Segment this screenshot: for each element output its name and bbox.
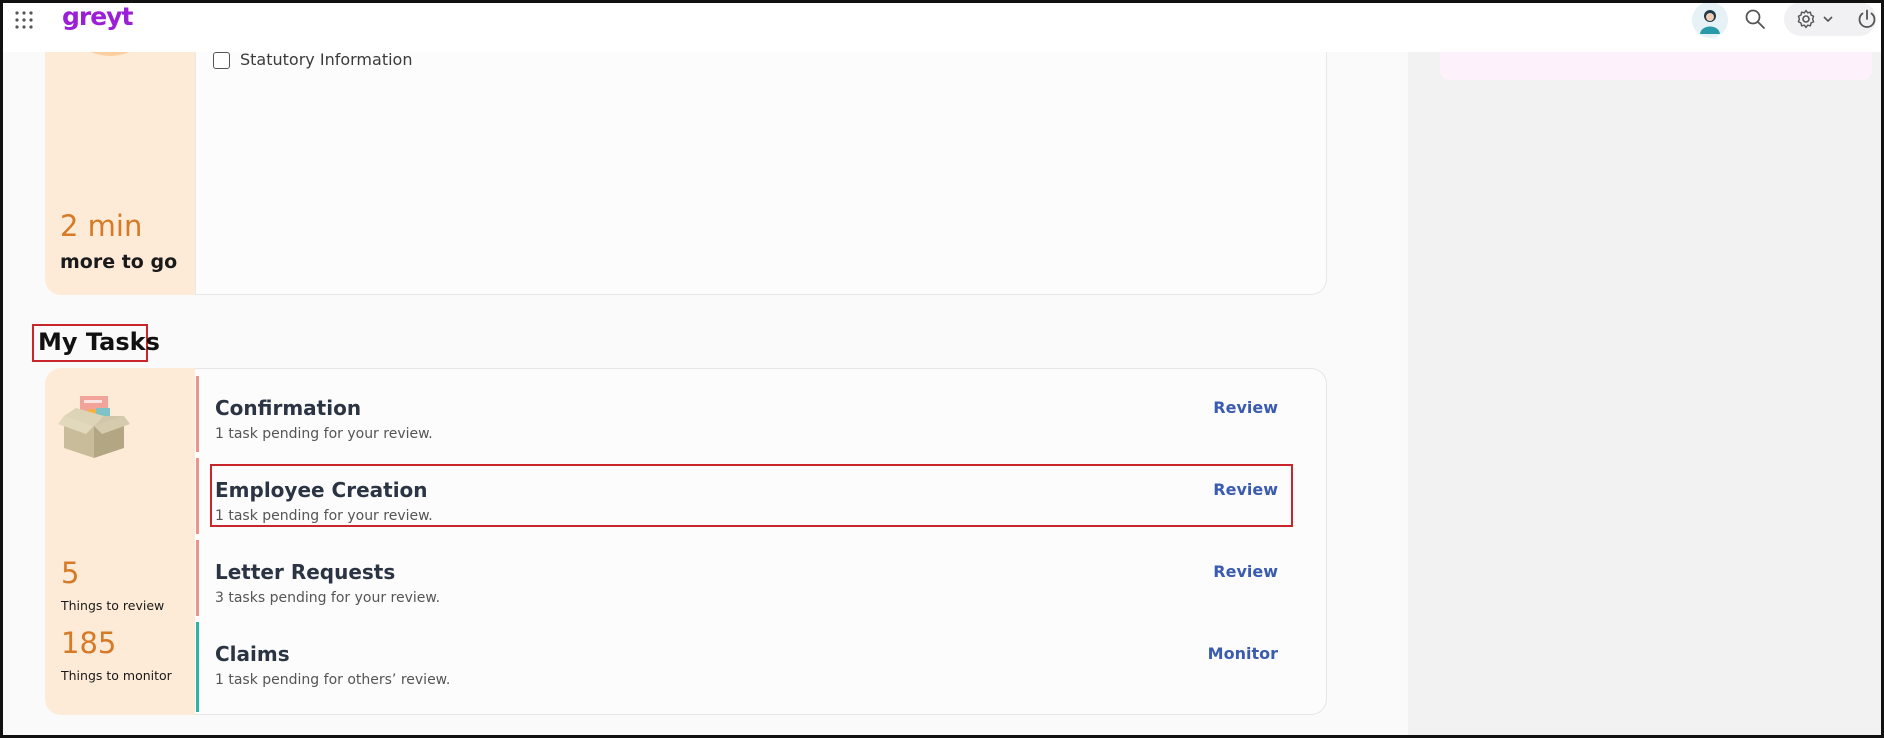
right-panel — [1408, 52, 1881, 735]
apps-grid-icon[interactable] — [14, 10, 34, 30]
time-remaining-label: more to go — [60, 251, 178, 273]
review-count: 5 — [61, 556, 80, 590]
search-icon[interactable] — [1744, 8, 1766, 30]
task-title: Letter Requests — [215, 560, 396, 584]
gear-icon — [1797, 9, 1815, 29]
review-link[interactable]: Review — [1213, 562, 1278, 581]
task-subtitle: 1 task pending for others’ review. — [215, 672, 451, 688]
setup-checklist-panel — [195, 52, 1327, 295]
my-tasks-heading: My Tasks — [38, 328, 160, 356]
logo-text: greyt — [62, 2, 133, 31]
time-remaining-value: 2 min — [60, 209, 143, 243]
monitor-link[interactable]: Monitor — [1208, 644, 1278, 663]
task-title: Claims — [215, 642, 290, 666]
employee-creation-highlight — [210, 464, 1293, 527]
greythr-logo[interactable]: greyt — [60, 0, 133, 36]
task-status-bar — [196, 540, 199, 616]
chevron-down-icon — [1823, 16, 1833, 23]
task-row-letter-requests[interactable]: Letter Requests 3 tasks pending for your… — [196, 540, 1296, 616]
top-bar: greyt — [0, 0, 1884, 52]
power-icon[interactable] — [1856, 8, 1878, 30]
right-panel-card — [1440, 52, 1872, 80]
review-count-label: Things to review — [61, 598, 165, 613]
statutory-information-checkbox[interactable] — [213, 52, 230, 69]
user-avatar-icon — [1700, 10, 1720, 34]
task-row-claims[interactable]: Claims 1 task pending for others’ review… — [196, 622, 1296, 712]
task-row-confirmation[interactable]: Confirmation 1 task pending for your rev… — [196, 376, 1296, 452]
monitor-count-label: Things to monitor — [61, 668, 172, 683]
avatar[interactable] — [1692, 2, 1728, 38]
review-link[interactable]: Review — [1213, 398, 1278, 417]
task-status-bar — [196, 376, 199, 452]
task-status-bar — [196, 458, 199, 534]
task-subtitle: 1 task pending for your review. — [215, 426, 433, 442]
task-status-bar — [196, 622, 199, 712]
statutory-information-label: Statutory Information — [240, 50, 413, 69]
task-box-icon — [58, 396, 130, 458]
monitor-count: 185 — [61, 626, 117, 660]
task-title: Confirmation — [215, 396, 362, 420]
task-subtitle: 3 tasks pending for your review. — [215, 590, 441, 606]
